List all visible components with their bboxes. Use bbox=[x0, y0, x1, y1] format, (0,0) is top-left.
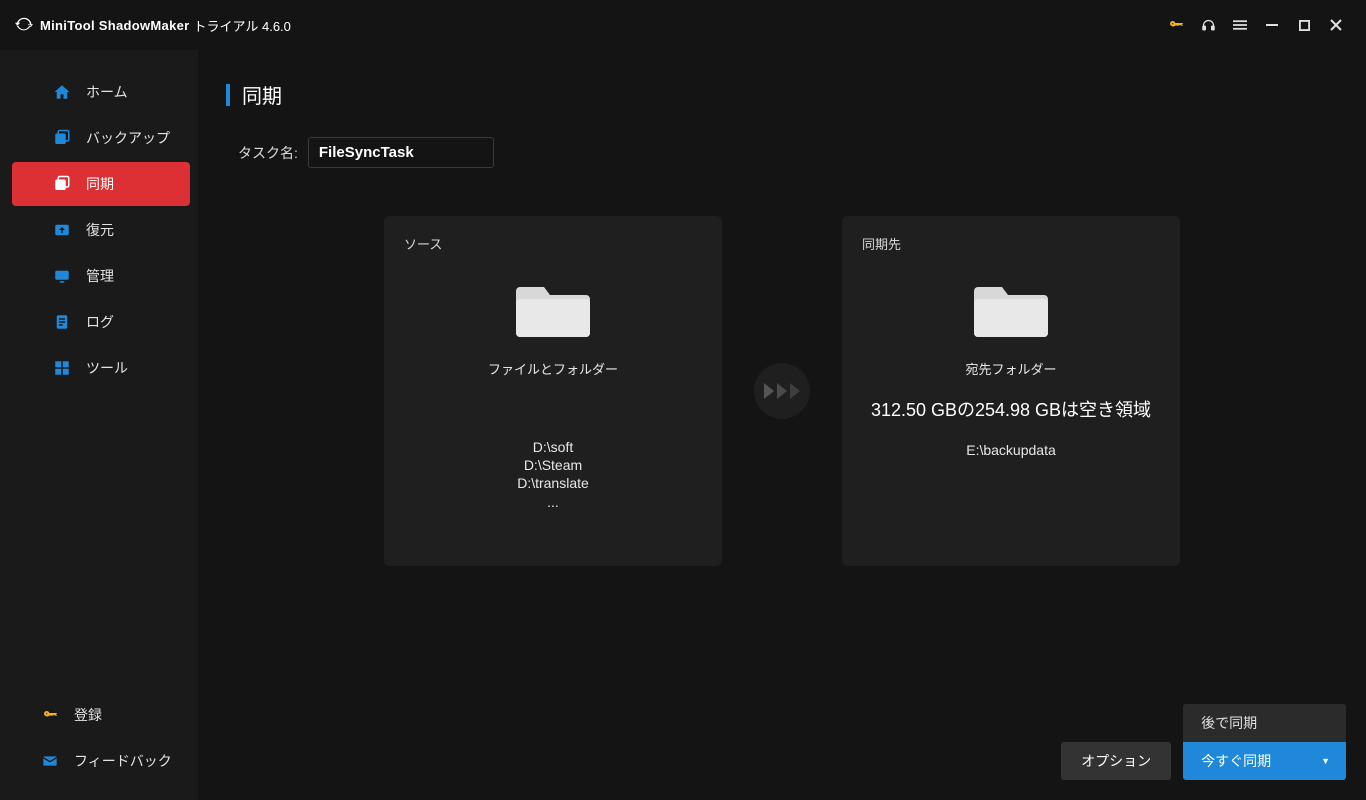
sidebar-item-label: 管理 bbox=[86, 266, 114, 286]
arrow-circle-icon bbox=[754, 363, 810, 419]
sidebar: ホーム バックアップ 同期 復元 管理 ログ ツール 登録 bbox=[0, 50, 198, 800]
minimize-icon[interactable] bbox=[1256, 9, 1288, 41]
sidebar-item-label: バックアップ bbox=[86, 128, 170, 148]
arrow-block bbox=[722, 363, 842, 419]
headset-icon[interactable] bbox=[1192, 9, 1224, 41]
sync-split-button: 後で同期 今すぐ同期 ▼ bbox=[1183, 704, 1346, 780]
sidebar-item-sync[interactable]: 同期 bbox=[12, 162, 190, 206]
titlebar: MiniTool ShadowMaker トライアル 4.6.0 bbox=[0, 0, 1366, 50]
maximize-icon[interactable] bbox=[1288, 9, 1320, 41]
options-button[interactable]: オプション bbox=[1061, 742, 1171, 780]
sidebar-item-label: ツール bbox=[86, 358, 128, 378]
page-heading: 同期 bbox=[242, 80, 282, 109]
sidebar-register-label: 登録 bbox=[74, 705, 102, 725]
sync-later-button[interactable]: 後で同期 bbox=[1183, 704, 1346, 742]
backup-icon bbox=[52, 128, 72, 148]
sidebar-item-manage[interactable]: 管理 bbox=[12, 254, 190, 298]
sidebar-item-label: 復元 bbox=[86, 220, 114, 240]
source-paths: D:\soft D:\Steam D:\translate ... bbox=[517, 438, 589, 511]
menu-icon[interactable] bbox=[1224, 9, 1256, 41]
dest-subtitle: 宛先フォルダー bbox=[965, 359, 1056, 378]
card-row: ソース ファイルとフォルダー D:\soft D:\Steam D:\trans… bbox=[226, 216, 1338, 566]
chevron-down-icon: ▼ bbox=[1321, 756, 1330, 766]
source-path: D:\translate bbox=[517, 474, 589, 492]
sidebar-feedback-label: フィードバック bbox=[74, 751, 172, 771]
sidebar-feedback[interactable]: フィードバック bbox=[0, 738, 198, 784]
key-icon[interactable] bbox=[1160, 9, 1192, 41]
folder-icon bbox=[974, 277, 1048, 337]
restore-icon bbox=[52, 220, 72, 240]
task-name-input[interactable] bbox=[308, 137, 494, 168]
main-panel: 同期 タスク名: ソース ファイルとフォルダー D:\soft D:\Steam… bbox=[198, 50, 1366, 800]
close-icon[interactable] bbox=[1320, 9, 1352, 41]
task-row: タスク名: bbox=[238, 137, 1338, 168]
sidebar-item-label: ホーム bbox=[86, 82, 128, 102]
sidebar-item-tools[interactable]: ツール bbox=[12, 346, 190, 390]
app-title: MiniTool ShadowMaker bbox=[40, 18, 190, 33]
sidebar-item-label: 同期 bbox=[86, 174, 114, 194]
dest-free-space: 312.50 GBの254.98 GBは空き領域 bbox=[871, 396, 1151, 422]
sidebar-register[interactable]: 登録 bbox=[0, 692, 198, 738]
key-small-icon bbox=[40, 705, 60, 725]
dest-title: 同期先 bbox=[862, 234, 901, 253]
dest-path: E:\backupdata bbox=[966, 442, 1056, 458]
sidebar-item-home[interactable]: ホーム bbox=[12, 70, 190, 114]
source-path: D:\Steam bbox=[517, 456, 589, 474]
logs-icon bbox=[52, 312, 72, 332]
folder-icon bbox=[516, 277, 590, 337]
mail-icon bbox=[40, 751, 60, 771]
sync-now-label: 今すぐ同期 bbox=[1201, 751, 1271, 771]
task-label: タスク名: bbox=[238, 143, 298, 163]
sync-icon bbox=[52, 174, 72, 194]
destination-card[interactable]: 同期先 宛先フォルダー 312.50 GBの254.98 GBは空き領域 E:\… bbox=[842, 216, 1180, 566]
tools-icon bbox=[52, 358, 72, 378]
sidebar-item-logs[interactable]: ログ bbox=[12, 300, 190, 344]
manage-icon bbox=[52, 266, 72, 286]
app-logo-icon bbox=[14, 15, 34, 35]
sidebar-item-label: ログ bbox=[86, 312, 114, 332]
sync-now-button[interactable]: 今すぐ同期 ▼ bbox=[1183, 742, 1346, 780]
page-title: 同期 bbox=[226, 80, 1338, 109]
source-card[interactable]: ソース ファイルとフォルダー D:\soft D:\Steam D:\trans… bbox=[384, 216, 722, 566]
source-path: ... bbox=[517, 493, 589, 511]
footer-buttons: オプション 後で同期 今すぐ同期 ▼ bbox=[1061, 704, 1346, 780]
source-subtitle: ファイルとフォルダー bbox=[488, 359, 618, 378]
source-title: ソース bbox=[404, 234, 442, 253]
sidebar-item-restore[interactable]: 復元 bbox=[12, 208, 190, 252]
app-title-suffix: トライアル 4.6.0 bbox=[194, 16, 291, 35]
source-path: D:\soft bbox=[517, 438, 589, 456]
title-accent bbox=[226, 84, 230, 106]
home-icon bbox=[52, 82, 72, 102]
sidebar-item-backup[interactable]: バックアップ bbox=[12, 116, 190, 160]
